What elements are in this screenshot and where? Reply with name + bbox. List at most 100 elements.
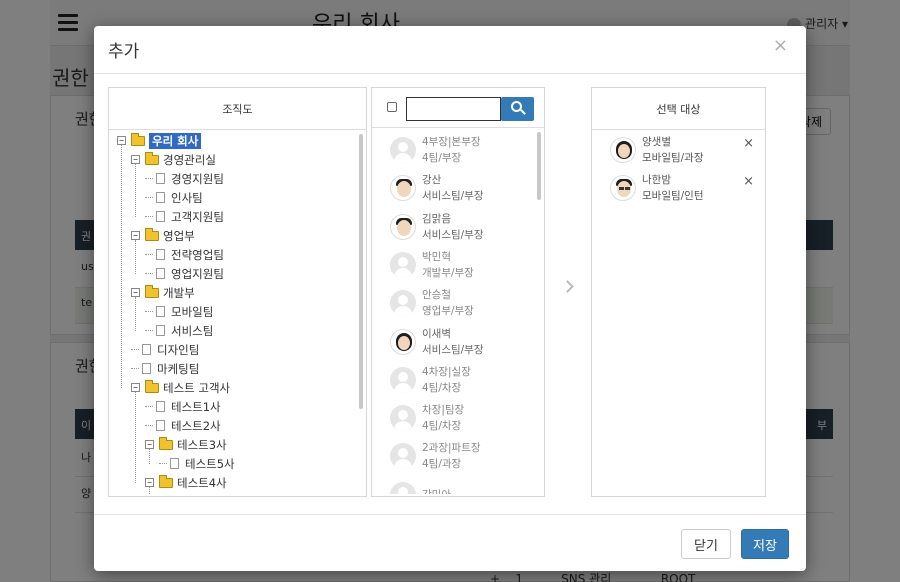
user-name: 차장|팀장	[422, 404, 465, 417]
user-list-item[interactable]: 강산 서비스팀/부장	[390, 170, 484, 206]
user-info: 4차장|실장 4팀/차장	[422, 364, 471, 396]
avatar	[390, 328, 416, 355]
tree-leaf-node[interactable]: 고객지원팀	[145, 207, 224, 226]
tree-leaf-node[interactable]: 테스트2사	[145, 416, 221, 435]
tree-leaf-node[interactable]: 경영지원팀	[145, 169, 224, 188]
org-tree: − 우리 회사 − 경영관리실 경영지원팀 인사팀 고객지원팀 − 영업부 전략영업팀 영업지원팀 −…	[109, 131, 366, 494]
tree-node-label: 디자인팀	[157, 342, 200, 357]
file-icon	[142, 344, 151, 355]
user-dept: 개발부/부장	[422, 266, 474, 279]
user-name: 나한밤	[642, 174, 671, 186]
save-button[interactable]: 저장	[741, 529, 789, 559]
file-icon	[156, 249, 165, 260]
tree-leaf-node[interactable]: 마케팅팀	[131, 359, 199, 378]
file-icon	[156, 192, 165, 203]
user-list-item[interactable]: 안승철 영업부/부장	[390, 285, 474, 321]
tree-node-label: 테스트4사	[177, 475, 227, 490]
file-icon	[156, 420, 165, 431]
tree-folder-node[interactable]: − 테스트 고객사	[131, 378, 230, 397]
user-dept: 4팀/과장	[422, 458, 462, 471]
user-list-item[interactable]: 박민혁 개발부/부장	[390, 247, 474, 283]
user-name: 양샛별	[642, 136, 671, 148]
tree-leaf-node[interactable]: 서비스팀	[145, 321, 213, 340]
user-dept: 4팀/차장	[422, 420, 462, 433]
user-search-bar	[372, 88, 544, 128]
user-search-input[interactable]	[406, 97, 501, 121]
user-list-item[interactable]: 김맑음 서비스팀/부장	[390, 209, 484, 245]
folder-icon	[159, 474, 173, 488]
file-icon	[142, 363, 151, 374]
user-list-item[interactable]: 4부장|본부장 4팀/부장	[390, 132, 481, 168]
remove-icon[interactable]: ×	[743, 174, 754, 189]
user-info: 양샛별모바일팀/과장	[642, 134, 704, 166]
collapse-icon[interactable]: −	[117, 136, 126, 145]
chevron-right-icon[interactable]	[561, 280, 574, 293]
user-list: 4부장|본부장 4팀/부장 강산 서비스팀/부장김맑음 서비스팀/부장박민혁 개발부/부장…	[372, 129, 544, 494]
folder-icon	[145, 284, 159, 298]
folder-icon	[145, 379, 159, 393]
tree-folder-node[interactable]: − 테스트3사	[145, 435, 227, 454]
file-icon	[156, 268, 165, 279]
user-dept: 4팀/부장	[422, 152, 462, 164]
user-list-item[interactable]: 이새벽 서비스팀/부장	[390, 324, 484, 360]
tree-leaf-node[interactable]: 영업지원팀	[145, 264, 224, 283]
tree-folder-node[interactable]: − 경영관리실	[131, 150, 216, 169]
tree-leaf-node[interactable]: 디자인팀	[131, 340, 199, 359]
avatar	[390, 175, 416, 202]
default-avatar-icon	[390, 366, 416, 393]
folder-icon	[145, 227, 159, 241]
user-list-scrollbar[interactable]	[537, 132, 541, 200]
org-tree-scrollbar[interactable]	[359, 134, 363, 409]
file-icon	[156, 325, 165, 336]
collapse-icon[interactable]: −	[131, 155, 140, 164]
tree-leaf-node[interactable]: 테스트1사	[145, 397, 221, 416]
modal-footer: 닫기 저장	[94, 514, 806, 571]
tree-folder-node[interactable]: − 영업부	[131, 226, 195, 245]
tree-folder-node[interactable]: − 개발부	[131, 283, 195, 302]
collapse-icon[interactable]: −	[131, 231, 140, 240]
collapse-icon[interactable]: −	[145, 478, 154, 487]
tree-leaf-node[interactable]: 전략영업팀	[145, 245, 224, 264]
collapse-icon[interactable]: −	[131, 383, 140, 392]
tree-node-label: 테스트 고객사	[163, 380, 231, 395]
file-icon	[170, 458, 179, 469]
tree-leaf-node[interactable]: 인사팀	[145, 188, 203, 207]
tree-node-label: 테스트1사	[171, 399, 221, 414]
collapse-icon[interactable]: −	[131, 288, 140, 297]
user-list-item[interactable]: 2과장|파트장 4팀/과장	[390, 438, 481, 474]
tree-node-label: 개발부	[163, 285, 195, 300]
user-name: 강민아	[422, 487, 451, 494]
folder-icon	[131, 132, 145, 146]
user-name: 안승철	[422, 289, 451, 302]
user-list-item[interactable]: 4차장|실장 4팀/차장	[390, 362, 471, 398]
close-button[interactable]: 닫기	[681, 529, 731, 559]
tree-leaf-node[interactable]: 모바일팀	[145, 302, 213, 321]
default-avatar-icon	[390, 251, 416, 278]
tree-folder-node[interactable]: − 우리 회사	[117, 131, 202, 150]
collapse-icon[interactable]: −	[145, 440, 154, 449]
tree-folder-node[interactable]: − 테스트4사	[145, 473, 227, 492]
tree-node-label: 고객지원팀	[171, 209, 224, 224]
org-chart-panel: 조직도 − 우리 회사 − 경영관리실 경영지원팀 인사팀 고객지원팀 − 영업부 전략영업팀 영업…	[108, 87, 367, 497]
user-info: 차장|팀장 4팀/차장	[422, 402, 464, 434]
user-list-item[interactable]: 강민아	[390, 477, 451, 494]
tree-leaf-node[interactable]: 테스트10사	[159, 492, 242, 494]
close-icon[interactable]: ×	[773, 35, 788, 56]
selected-user-item: 양샛별모바일팀/과장 ×	[610, 132, 760, 168]
modal-title: 추가	[108, 42, 140, 62]
user-dept: 모바일팀/과장	[642, 152, 704, 164]
user-info: 나한밤 모바일팀/인턴	[642, 172, 704, 204]
tree-leaf-node[interactable]: 테스트5사	[159, 454, 235, 473]
user-list-item[interactable]: 차장|팀장 4팀/차장	[390, 400, 464, 436]
default-avatar-icon	[390, 137, 416, 163]
select-all-checkbox[interactable]	[387, 102, 397, 112]
user-info: 안승철 영업부/부장	[422, 287, 474, 319]
tree-node-label: 마케팅팀	[157, 361, 200, 376]
search-button[interactable]	[501, 97, 534, 121]
remove-icon[interactable]: ×	[743, 136, 754, 151]
user-info: 이새벽 서비스팀/부장	[422, 326, 484, 358]
file-icon	[156, 306, 165, 317]
user-dept: 4팀/차장	[422, 381, 462, 394]
add-modal: 추가 × 조직도 − 우리 회사 − 경영관리실 경영지원팀 인사팀 고객지원팀 − 영업부 전략…	[94, 26, 806, 571]
user-info: 김맑음 서비스팀/부장	[422, 211, 484, 243]
